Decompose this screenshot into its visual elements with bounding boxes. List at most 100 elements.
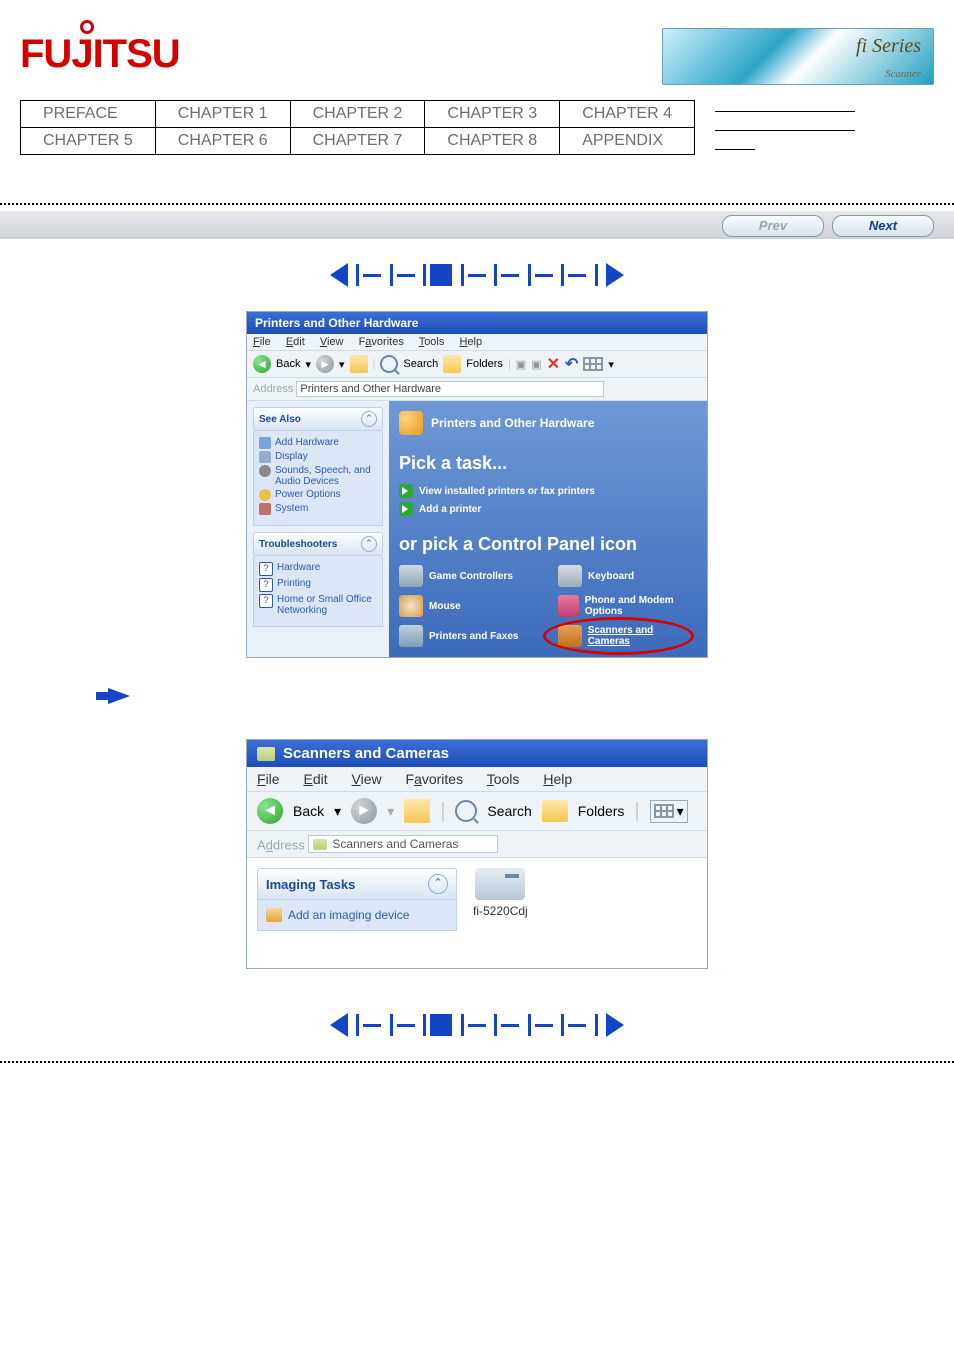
menu-favorites[interactable]: Favorites (406, 771, 464, 787)
forward-icon[interactable]: ► (351, 798, 377, 824)
pager-prev-icon[interactable] (330, 1013, 348, 1037)
back-icon[interactable]: ◄ (257, 798, 283, 824)
nav-chapter-1[interactable]: CHAPTER 1 (155, 101, 290, 128)
menu-file[interactable]: File (257, 771, 280, 787)
folders-label[interactable]: Folders (578, 803, 625, 819)
nav-chapter-6[interactable]: CHAPTER 6 (155, 128, 290, 155)
device-label: fi-5220Cdj (473, 904, 528, 918)
step-arrow-icon (108, 688, 130, 704)
menu-view[interactable]: View (352, 771, 382, 787)
cp-mouse[interactable]: Mouse (429, 601, 461, 612)
win1-toolbar: ◄ Back▾ ►▾ | Search Folders | ▣ ▣ ✕ ↶ ▾ (247, 350, 707, 378)
cp-phone[interactable]: Phone and Modem Options (585, 595, 697, 617)
nav-chapter-4[interactable]: CHAPTER 4 (560, 101, 695, 128)
address-input[interactable] (296, 381, 604, 397)
cp-keyboard[interactable]: Keyboard (588, 571, 634, 582)
printers-faxes-icon (399, 625, 423, 647)
menu-favorites[interactable]: Favorites (359, 336, 404, 348)
pager-next-icon[interactable] (606, 263, 624, 287)
address-input[interactable]: Scanners and Cameras (308, 835, 498, 853)
views-button[interactable]: ▾ (650, 800, 688, 823)
delete-icon[interactable]: ✕ (547, 354, 560, 374)
win1-title: Printers and Other Hardware (255, 316, 418, 330)
link-add-hardware[interactable]: Add Hardware (275, 437, 339, 448)
keyboard-icon (558, 565, 582, 587)
menu-edit[interactable]: Edit (303, 771, 327, 787)
scanner-icon (313, 839, 327, 850)
back-label[interactable]: Back (276, 358, 300, 370)
back-icon[interactable]: ◄ (253, 355, 271, 373)
win2-titlebar: Scanners and Cameras (247, 740, 707, 767)
views-icon[interactable] (583, 357, 603, 371)
menu-file[interactable]: FFileile (253, 336, 271, 348)
screenshot-printers-window: Printers and Other Hardware FFileile Edi… (246, 311, 708, 658)
brand-text: FUJITSU (20, 32, 180, 76)
troubleshooters-head[interactable]: Troubleshooters ⌃ (253, 532, 383, 556)
nav-chapter-3[interactable]: CHAPTER 3 (425, 101, 560, 128)
folders-icon[interactable] (443, 355, 461, 373)
back-label[interactable]: Back (293, 803, 324, 819)
nav-chapter-8[interactable]: CHAPTER 8 (425, 128, 560, 155)
nav-chapter-5[interactable]: CHAPTER 5 (21, 128, 156, 155)
pager-top (0, 239, 954, 311)
folders-label[interactable]: Folders (466, 358, 503, 370)
search-label[interactable]: Search (487, 803, 531, 819)
link-system[interactable]: System (275, 503, 308, 514)
display-icon (259, 451, 271, 463)
link-display[interactable]: Display (275, 451, 308, 462)
add-device-icon (266, 908, 282, 922)
pager-next-icon[interactable] (606, 1013, 624, 1037)
ts-hardware[interactable]: Hardware (277, 562, 320, 573)
ts-printing[interactable]: Printing (277, 578, 311, 589)
nav-preface[interactable]: PREFACE (21, 101, 156, 128)
forward-icon[interactable]: ► (316, 355, 334, 373)
hardware-icon (259, 437, 271, 449)
up-icon[interactable] (350, 355, 368, 373)
prev-button[interactable]: Prev (722, 215, 824, 237)
link-power[interactable]: Power Options (275, 489, 341, 500)
device-item[interactable]: fi-5220Cdj (473, 868, 528, 958)
up-icon[interactable] (404, 799, 430, 823)
nav-appendix[interactable]: APPENDIX (560, 128, 695, 155)
next-button[interactable]: Next (832, 215, 934, 237)
nav-chapter-2[interactable]: CHAPTER 2 (290, 101, 425, 128)
menu-tools[interactable]: Tools (487, 771, 520, 787)
scanner-icon (257, 747, 275, 761)
menu-help[interactable]: Help (543, 771, 572, 787)
task-view-printers[interactable]: View installed printers or fax printers (419, 486, 595, 497)
task-add-printer[interactable]: Add a printer (419, 504, 481, 515)
cp-game[interactable]: Game Controllers (429, 571, 513, 582)
link-sounds[interactable]: Sounds, Speech, and Audio Devices (275, 465, 377, 487)
moveto-icon[interactable]: ▣ (516, 358, 526, 371)
power-icon (259, 489, 271, 501)
fi-series-badge: fi Series Scanner (662, 28, 934, 85)
search-icon[interactable] (380, 355, 398, 373)
pager-current (430, 1014, 452, 1036)
add-imaging-device[interactable]: Add an imaging device (288, 908, 409, 922)
ts-networking[interactable]: Home or Small Office Networking (277, 594, 377, 616)
undo-icon[interactable]: ↶ (565, 354, 578, 374)
help-icon: ? (259, 594, 273, 608)
collapse-icon[interactable]: ⌃ (361, 411, 377, 427)
menu-view[interactable]: View (320, 336, 344, 348)
imaging-tasks-head[interactable]: Imaging Tasks ⌃ (257, 868, 457, 900)
collapse-icon[interactable]: ⌃ (361, 536, 377, 552)
menu-edit[interactable]: Edit (286, 336, 305, 348)
search-label[interactable]: Search (403, 358, 438, 370)
callout-ellipse (543, 617, 694, 655)
menu-help[interactable]: Help (459, 336, 482, 348)
side-link-2[interactable] (715, 116, 855, 131)
fi-title: fi Series (856, 35, 921, 58)
screenshot-scanners-window: Scanners and Cameras File Edit View Favo… (246, 739, 708, 969)
pager-prev-icon[interactable] (330, 263, 348, 287)
side-link-3[interactable] (715, 135, 755, 150)
menu-tools[interactable]: Tools (419, 336, 445, 348)
collapse-icon[interactable]: ⌃ (428, 874, 448, 894)
search-icon[interactable] (455, 800, 477, 822)
copyto-icon[interactable]: ▣ (531, 358, 541, 371)
cp-printers[interactable]: Printers and Faxes (429, 631, 518, 642)
folders-icon[interactable] (542, 800, 568, 822)
nav-chapter-7[interactable]: CHAPTER 7 (290, 128, 425, 155)
side-link-1[interactable] (715, 97, 855, 112)
see-also-head[interactable]: See Also ⌃ (253, 407, 383, 431)
